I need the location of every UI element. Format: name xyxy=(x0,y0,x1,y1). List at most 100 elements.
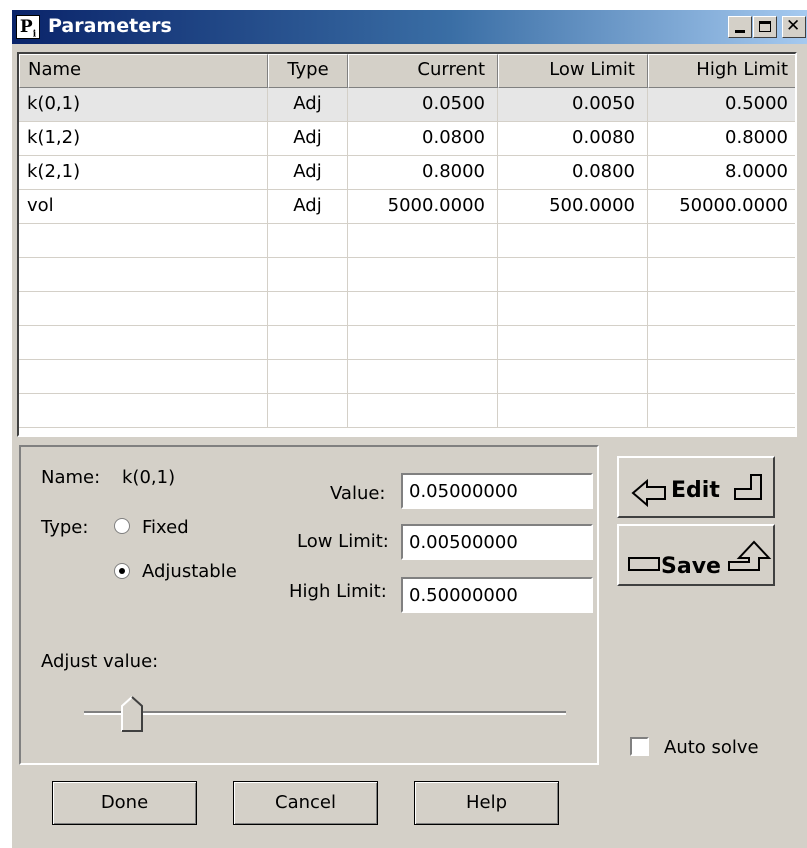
auto-solve-checkbox[interactable] xyxy=(630,737,649,756)
column-header-current[interactable]: Current xyxy=(348,54,498,88)
cell-current xyxy=(348,292,498,326)
cell-low-limit: 0.0080 xyxy=(498,122,648,156)
cell-name xyxy=(19,224,268,258)
cell-high-limit: 0.8000 xyxy=(648,122,795,156)
cell-name: vol xyxy=(19,190,268,224)
cell-name: k(2,1) xyxy=(19,156,268,190)
app-icon: Pi xyxy=(16,15,40,39)
cell-high-limit: 8.0000 xyxy=(648,156,795,190)
cell-type: Adj xyxy=(268,190,348,224)
table-header: Name Type Current Low Limit High Limit xyxy=(19,54,795,88)
table-row-empty[interactable] xyxy=(19,292,795,326)
cell-type: Adj xyxy=(268,122,348,156)
cell-low-limit: 0.0050 xyxy=(498,88,648,122)
parameters-table[interactable]: Name Type Current Low Limit High Limit k… xyxy=(17,52,797,437)
table-row-empty[interactable] xyxy=(19,360,795,394)
cell-type xyxy=(268,292,348,326)
save-button-label: Save xyxy=(661,554,721,579)
cell-current xyxy=(348,224,498,258)
table-row[interactable]: k(2,1) Adj 0.8000 0.0800 8.0000 xyxy=(19,156,795,190)
type-adjustable-label[interactable]: Adjustable xyxy=(142,561,237,582)
adjust-value-slider[interactable] xyxy=(84,711,566,715)
save-button[interactable]: Save xyxy=(617,524,775,586)
close-icon: ✕ xyxy=(786,16,801,36)
cell-high-limit xyxy=(648,394,795,428)
auto-solve-label[interactable]: Auto solve xyxy=(664,737,759,758)
name-value: k(0,1) xyxy=(122,467,176,488)
column-header-name[interactable]: Name xyxy=(19,54,268,88)
window-title: Parameters xyxy=(48,15,172,37)
cell-low-limit xyxy=(498,326,648,360)
cell-high-limit: 0.5000 xyxy=(648,88,795,122)
cell-low-limit: 500.0000 xyxy=(498,190,648,224)
cell-low-limit xyxy=(498,292,648,326)
edit-button[interactable]: Edit xyxy=(617,456,775,518)
table-row[interactable]: k(1,2) Adj 0.0800 0.0080 0.8000 xyxy=(19,122,795,156)
cell-high-limit xyxy=(648,360,795,394)
low-limit-field[interactable] xyxy=(401,524,593,560)
cell-current xyxy=(348,360,498,394)
column-header-type[interactable]: Type xyxy=(268,54,348,88)
cell-current: 0.0500 xyxy=(348,88,498,122)
cell-name xyxy=(19,258,268,292)
cell-current: 0.0800 xyxy=(348,122,498,156)
cell-high-limit xyxy=(648,292,795,326)
cancel-button[interactable]: Cancel xyxy=(233,781,378,825)
cell-name xyxy=(19,360,268,394)
type-fixed-radio[interactable] xyxy=(114,518,130,534)
maximize-icon xyxy=(759,21,771,32)
cell-low-limit xyxy=(498,360,648,394)
column-header-low-limit[interactable]: Low Limit xyxy=(498,54,648,88)
cell-type xyxy=(268,360,348,394)
cell-type xyxy=(268,258,348,292)
value-field[interactable] xyxy=(401,473,593,509)
cell-type xyxy=(268,326,348,360)
help-button[interactable]: Help xyxy=(414,781,559,825)
low-limit-label: Low Limit: xyxy=(297,531,389,552)
cell-type xyxy=(268,224,348,258)
cell-name xyxy=(19,326,268,360)
cell-high-limit xyxy=(648,326,795,360)
cell-high-limit: 50000.0000 xyxy=(648,190,795,224)
cell-current: 0.8000 xyxy=(348,156,498,190)
table-row-empty[interactable] xyxy=(19,326,795,360)
cell-type: Adj xyxy=(268,156,348,190)
table-row-empty[interactable] xyxy=(19,258,795,292)
minimize-button[interactable] xyxy=(728,16,752,38)
cell-name: k(1,2) xyxy=(19,122,268,156)
cell-current xyxy=(348,326,498,360)
slider-thumb[interactable] xyxy=(121,696,144,732)
type-adjustable-radio[interactable] xyxy=(114,563,130,579)
cell-high-limit xyxy=(648,224,795,258)
cell-name: k(0,1) xyxy=(19,88,268,122)
name-label: Name: xyxy=(41,467,101,488)
edit-button-label: Edit xyxy=(671,478,720,503)
cell-name xyxy=(19,292,268,326)
table-row[interactable]: vol Adj 5000.0000 500.0000 50000.0000 xyxy=(19,190,795,224)
type-label: Type: xyxy=(41,517,89,538)
title-bar[interactable]: Pi Parameters ✕ xyxy=(12,10,807,44)
maximize-button[interactable] xyxy=(753,16,777,38)
cell-low-limit xyxy=(498,394,648,428)
cell-type: Adj xyxy=(268,88,348,122)
cell-current xyxy=(348,258,498,292)
cell-name xyxy=(19,394,268,428)
cell-current xyxy=(348,394,498,428)
close-button[interactable]: ✕ xyxy=(782,16,806,38)
cell-type xyxy=(268,394,348,428)
high-limit-label: High Limit: xyxy=(289,581,387,602)
high-limit-field[interactable] xyxy=(401,577,593,613)
cell-low-limit xyxy=(498,258,648,292)
cell-low-limit: 0.0800 xyxy=(498,156,648,190)
table-row[interactable]: k(0,1) Adj 0.0500 0.0050 0.5000 xyxy=(19,88,795,122)
minimize-icon xyxy=(735,30,745,33)
cell-current: 5000.0000 xyxy=(348,190,498,224)
cell-low-limit xyxy=(498,224,648,258)
table-row-empty[interactable] xyxy=(19,224,795,258)
done-button[interactable]: Done xyxy=(52,781,197,825)
type-fixed-label[interactable]: Fixed xyxy=(142,517,189,538)
cell-high-limit xyxy=(648,258,795,292)
value-label: Value: xyxy=(330,483,386,504)
table-row-empty[interactable] xyxy=(19,394,795,428)
column-header-high-limit[interactable]: High Limit xyxy=(648,54,795,88)
